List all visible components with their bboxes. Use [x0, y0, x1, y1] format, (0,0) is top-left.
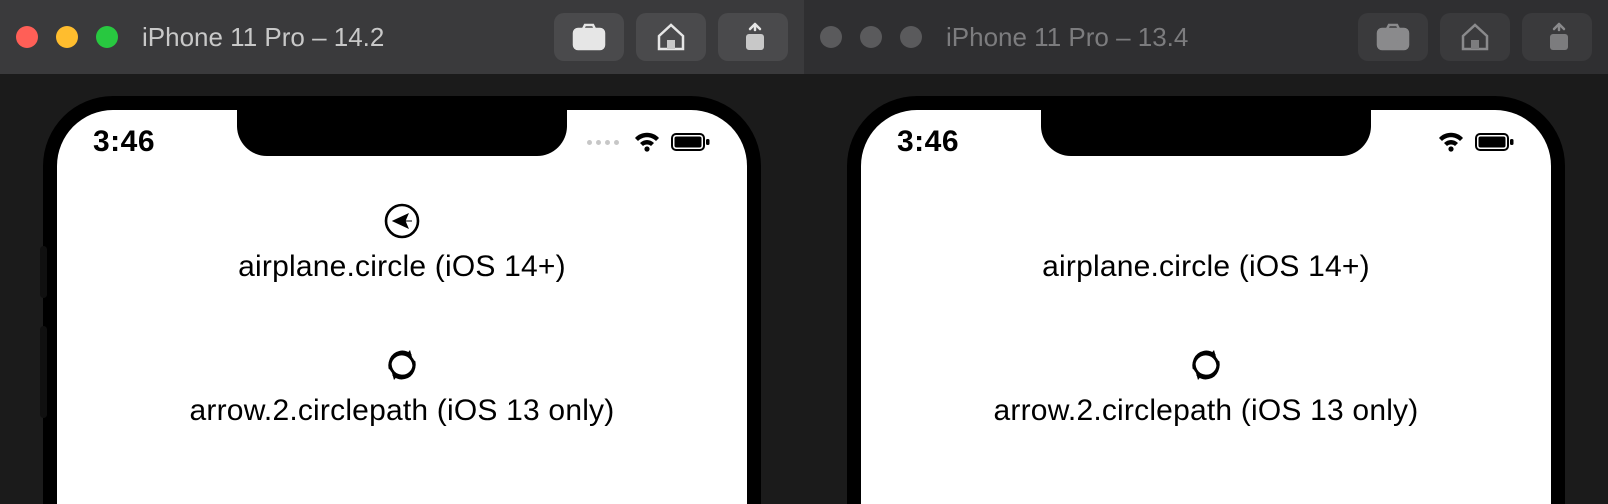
item-label: airplane.circle (iOS 14+) [238, 250, 566, 284]
close-icon[interactable] [820, 26, 842, 48]
list-item: airplane.circle (iOS 14+) [238, 200, 566, 284]
home-icon [1459, 22, 1491, 52]
wifi-icon [1437, 131, 1465, 153]
side-button-icon [40, 326, 47, 418]
list-item: arrow.2.circlepath (iOS 13 only) [994, 344, 1419, 428]
arrow-2-circlepath-icon [1186, 344, 1226, 386]
status-right [587, 131, 711, 153]
share-button[interactable] [718, 13, 788, 61]
titlebar[interactable]: iPhone 11 Pro – 14.2 [0, 0, 804, 74]
window-title: iPhone 11 Pro – 14.2 [142, 22, 384, 53]
simulator-pair: iPhone 11 Pro – 14.2 [0, 0, 1608, 504]
share-icon [738, 22, 768, 52]
home-button[interactable] [636, 13, 706, 61]
zoom-icon[interactable] [96, 26, 118, 48]
item-label: arrow.2.circlepath (iOS 13 only) [994, 394, 1419, 428]
list-item: airplane.circle (iOS 14+) [1042, 200, 1370, 284]
arrow-2-circlepath-icon [382, 344, 422, 386]
status-bar: 3:46 [861, 118, 1551, 166]
side-button-icon [40, 246, 47, 298]
simulator-window-1: iPhone 11 Pro – 13.4 [804, 0, 1608, 504]
cellular-dots-icon [587, 140, 619, 145]
device-bezel: 3:46 [0, 74, 804, 504]
traffic-lights [16, 26, 118, 48]
minimize-icon[interactable] [56, 26, 78, 48]
close-icon[interactable] [16, 26, 38, 48]
screenshot-icon [1376, 23, 1410, 51]
home-icon [655, 22, 687, 52]
simulator-window-0: iPhone 11 Pro – 14.2 [0, 0, 804, 504]
wifi-icon [633, 131, 661, 153]
battery-icon [1475, 132, 1515, 152]
titlebar[interactable]: iPhone 11 Pro – 13.4 [804, 0, 1608, 74]
status-time: 3:46 [897, 125, 959, 159]
traffic-lights [820, 26, 922, 48]
status-bar: 3:46 [57, 118, 747, 166]
screenshot-button[interactable] [554, 13, 624, 61]
status-right [1437, 131, 1515, 153]
zoom-icon[interactable] [900, 26, 922, 48]
screen-content: airplane.circle (iOS 14+) [861, 200, 1551, 488]
toolbar [1358, 13, 1592, 61]
screen-content: airplane.circle (iOS 14+) [57, 200, 747, 488]
home-button[interactable] [1440, 13, 1510, 61]
screenshot-button[interactable] [1358, 13, 1428, 61]
share-button[interactable] [1522, 13, 1592, 61]
list-item: arrow.2.circlepath (iOS 13 only) [190, 344, 615, 428]
status-time: 3:46 [93, 125, 155, 159]
minimize-icon[interactable] [860, 26, 882, 48]
device-screen[interactable]: 3:46 [861, 110, 1551, 504]
device-screen[interactable]: 3:46 [57, 110, 747, 504]
device-bezel: 3:46 [804, 74, 1608, 504]
device-frame: 3:46 [847, 96, 1565, 504]
window-title: iPhone 11 Pro – 13.4 [946, 22, 1188, 53]
toolbar [554, 13, 788, 61]
battery-icon [671, 132, 711, 152]
screenshot-icon [572, 23, 606, 51]
device-frame: 3:46 [43, 96, 761, 504]
airplane-circle-icon [383, 200, 421, 242]
share-icon [1542, 22, 1572, 52]
item-label: arrow.2.circlepath (iOS 13 only) [190, 394, 615, 428]
item-label: airplane.circle (iOS 14+) [1042, 250, 1370, 284]
